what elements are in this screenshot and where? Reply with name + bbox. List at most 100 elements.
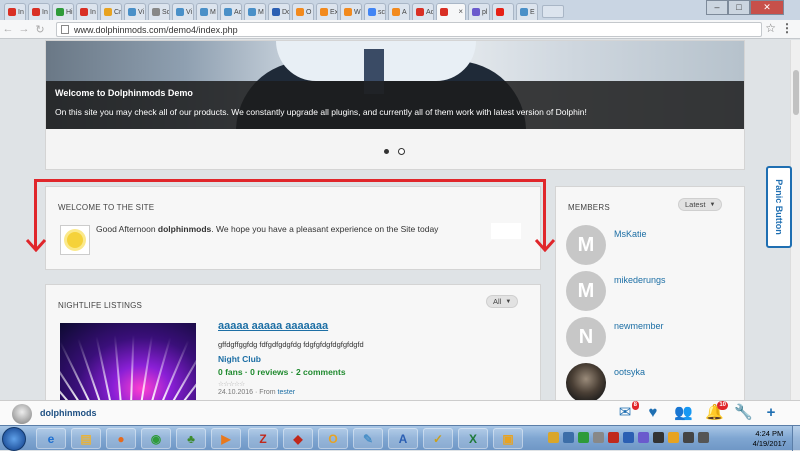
browser-tab[interactable]: pl: [468, 3, 490, 20]
browser-tab[interactable]: Ac: [220, 3, 242, 20]
clock-date: 4/19/2017: [752, 439, 786, 448]
avatar[interactable]: [566, 363, 606, 400]
member-name-link[interactable]: ootsyka: [614, 367, 645, 377]
listing-author-link[interactable]: tester: [278, 389, 296, 396]
norton-icon[interactable]: ✓: [423, 428, 453, 449]
tray-icon[interactable]: [593, 432, 604, 443]
friends-icon[interactable]: 👥: [674, 405, 693, 421]
frog-app-icon[interactable]: ♣: [176, 428, 206, 449]
my-avatar[interactable]: [12, 404, 32, 424]
forward-icon[interactable]: →: [16, 23, 32, 35]
page-viewport: Welcome to Dolphinmods Demo On this site…: [0, 40, 800, 400]
media-player-icon[interactable]: ▶: [211, 428, 241, 449]
browser-tab[interactable]: O: [292, 3, 314, 20]
listing-title-link[interactable]: aaaaa aaaaa aaaaaaa: [218, 320, 328, 332]
browser-tab[interactable]: A: [388, 3, 410, 20]
nightlife-filter-dropdown[interactable]: All ▼: [486, 295, 519, 308]
greeting-username: dolphinmods: [157, 224, 212, 234]
wrench-icon[interactable]: 🔧: [734, 405, 753, 421]
tab-active[interactable]: ×: [436, 3, 466, 20]
show-desktop-button[interactable]: [792, 426, 800, 451]
tab-label: Hi: [66, 8, 73, 16]
start-button[interactable]: [2, 427, 26, 451]
tray-icon[interactable]: [548, 432, 559, 443]
filezilla-icon[interactable]: Z: [248, 428, 278, 449]
browser-tab[interactable]: M: [244, 3, 266, 20]
chrome-icon[interactable]: ◉: [141, 428, 171, 449]
font-app-icon[interactable]: A: [388, 428, 418, 449]
slide-dot-1[interactable]: [384, 149, 389, 154]
browser-menu-icon[interactable]: ⋮: [781, 21, 793, 35]
close-window-button[interactable]: ✕: [750, 0, 784, 15]
tab-label: Vi: [186, 8, 193, 16]
tray-icon[interactable]: [578, 432, 589, 443]
listing-stats-link[interactable]: 0 fans · 0 reviews · 2 comments: [218, 367, 346, 377]
browser-tab[interactable]: Cr: [100, 3, 122, 20]
member-name-link[interactable]: mikederungs: [614, 275, 666, 285]
nightclub-image[interactable]: [60, 323, 196, 400]
back-icon[interactable]: ←: [0, 23, 16, 35]
browser-tab[interactable]: W: [340, 3, 362, 20]
tray-icon[interactable]: [653, 432, 664, 443]
eraser-app-icon[interactable]: ◆: [283, 428, 313, 449]
browser-tab[interactable]: Sc: [148, 3, 170, 20]
browser-tab[interactable]: E: [516, 3, 538, 20]
tray-icon[interactable]: [638, 432, 649, 443]
browser-tab[interactable]: In: [4, 3, 26, 20]
browser-tab[interactable]: Vi: [124, 3, 146, 20]
member-item[interactable]: M MsKatie: [566, 225, 741, 265]
member-item[interactable]: M mikederungs: [566, 271, 741, 311]
heart-icon[interactable]: ♥: [644, 405, 662, 421]
network-icon[interactable]: [683, 432, 694, 443]
outlook-icon[interactable]: O: [318, 428, 348, 449]
minimize-button[interactable]: –: [706, 0, 728, 15]
maximize-button[interactable]: □: [728, 0, 750, 15]
browser-tab[interactable]: M: [196, 3, 218, 20]
slide-dot-2[interactable]: [398, 148, 405, 155]
avatar[interactable]: M: [566, 271, 606, 311]
browser-tab[interactable]: Do: [268, 3, 290, 20]
bookmark-star-icon[interactable]: ☆: [765, 21, 776, 35]
browser-tab[interactable]: Vi: [172, 3, 194, 20]
tray-icon[interactable]: [668, 432, 679, 443]
paint-icon[interactable]: ✎: [353, 428, 383, 449]
url-bar[interactable]: www.dolphinmods.com/demo4/index.php: [56, 22, 762, 37]
browser-tab[interactable]: [492, 3, 514, 20]
listing-category-link[interactable]: Night Club: [218, 354, 261, 364]
members-filter-dropdown[interactable]: Latest ▼: [678, 198, 723, 211]
browser-tab[interactable]: In: [76, 3, 98, 20]
reload-icon[interactable]: ↻: [32, 23, 48, 36]
gmail-icon: [80, 8, 88, 16]
powerpoint-icon[interactable]: ▣: [493, 428, 523, 449]
excel-icon[interactable]: X: [458, 428, 488, 449]
member-item[interactable]: ootsyka: [566, 363, 741, 400]
panic-button[interactable]: Panic Button: [766, 166, 792, 248]
tray-icon[interactable]: [563, 432, 574, 443]
internet-explorer-icon[interactable]: e: [36, 428, 66, 449]
avatar[interactable]: M: [566, 225, 606, 265]
firefox-icon[interactable]: ●: [106, 428, 136, 449]
avatar[interactable]: N: [566, 317, 606, 357]
browser-tab[interactable]: Ac: [412, 3, 434, 20]
file-explorer-icon[interactable]: ▤: [71, 428, 101, 449]
my-username-link[interactable]: dolphinmods: [40, 408, 97, 418]
member-name-link[interactable]: newmember: [614, 321, 664, 331]
bell-icon[interactable]: 🔔 10: [705, 401, 728, 421]
rating-stars[interactable]: ☆☆☆☆☆: [218, 380, 245, 388]
plus-icon[interactable]: +: [762, 405, 780, 421]
close-tab-icon[interactable]: ×: [458, 7, 463, 16]
browser-tab[interactable]: Hi: [52, 3, 74, 20]
member-item[interactable]: N newmember: [566, 317, 741, 357]
new-tab-button[interactable]: [542, 5, 564, 18]
member-name-link[interactable]: MsKatie: [614, 229, 647, 239]
browser-tab[interactable]: sc: [364, 3, 386, 20]
tray-icon[interactable]: [608, 432, 619, 443]
scrollbar-thumb[interactable]: [793, 70, 799, 115]
volume-icon[interactable]: [698, 432, 709, 443]
youtube-icon: [496, 8, 504, 16]
browser-tab[interactable]: Ex: [316, 3, 338, 20]
tray-icon[interactable]: [623, 432, 634, 443]
taskbar-clock[interactable]: 4:24 PM 4/19/2017: [753, 429, 786, 449]
mail-icon[interactable]: ✉ 8: [616, 401, 639, 421]
browser-tab[interactable]: In: [28, 3, 50, 20]
